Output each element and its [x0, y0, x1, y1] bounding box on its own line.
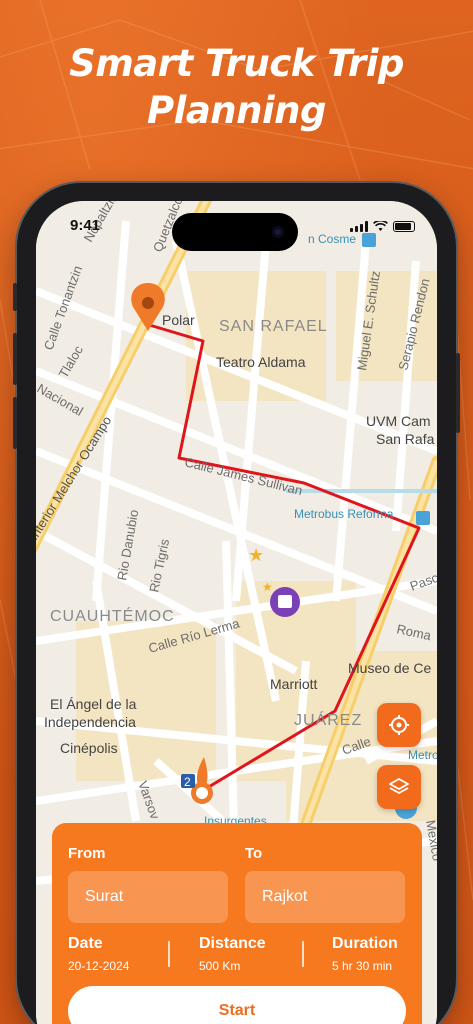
svg-text:Teatro Aldama: Teatro Aldama — [216, 354, 306, 370]
status-time: 9:41 — [70, 217, 101, 234]
distance-value: 500 Km — [199, 959, 241, 973]
to-label: To — [245, 845, 263, 862]
svg-text:★: ★ — [262, 580, 273, 594]
svg-text:Independencia: Independencia — [44, 714, 136, 730]
headline-line-1: Smart Truck Trip — [69, 42, 404, 85]
distance-label: Distance — [199, 935, 266, 952]
from-field[interactable]: Surat — [68, 871, 228, 923]
date-label: Date — [68, 935, 103, 952]
dynamic-island — [172, 213, 298, 251]
wifi-icon — [373, 221, 388, 231]
camera-icon — [272, 226, 284, 238]
status-icons — [350, 221, 415, 232]
to-value: Rajkot — [262, 888, 308, 905]
to-field[interactable]: Rajkot — [245, 871, 405, 923]
duration-value: 5 hr 30 min — [332, 959, 393, 973]
phone-volume-up-button — [13, 333, 17, 385]
phone-frame: ★ ★ Nopaltzin Quetzalcoa Calle Tonantzin… — [13, 183, 460, 1024]
svg-text:CUAUHTÉMOC: CUAUHTÉMOC — [50, 606, 175, 625]
phone-screen: ★ ★ Nopaltzin Quetzalcoa Calle Tonantzin… — [36, 201, 437, 1024]
locate-me-button[interactable] — [377, 703, 421, 747]
battery-icon — [393, 221, 415, 232]
map-layers-button[interactable] — [377, 765, 421, 809]
cellular-signal-icon — [350, 221, 368, 232]
svg-text:UVM Cam: UVM Cam — [366, 413, 431, 429]
phone-action-button — [13, 283, 17, 311]
headline-line-2: Planning — [147, 89, 326, 132]
duration-label: Duration — [332, 935, 398, 952]
crosshair-icon — [389, 715, 409, 735]
svg-text:SAN RAFAEL: SAN RAFAEL — [219, 318, 328, 335]
svg-text:Museo de Ce: Museo de Ce — [348, 660, 431, 676]
svg-text:Metro: Metro — [408, 748, 437, 762]
layers-icon — [389, 778, 409, 794]
from-label: From — [68, 845, 106, 862]
phone-power-button — [456, 353, 460, 433]
divider — [168, 941, 170, 967]
svg-text:Marriott: Marriott — [270, 676, 318, 692]
svg-text:Cinépolis: Cinépolis — [60, 740, 118, 756]
divider — [302, 941, 304, 967]
svg-text:Metrobus Reforma: Metrobus Reforma — [294, 507, 394, 521]
start-button-label: Start — [218, 1002, 256, 1019]
svg-text:★: ★ — [248, 545, 264, 565]
headline: Smart Truck Trip Planning — [0, 40, 473, 134]
svg-text:n Cosme: n Cosme — [308, 232, 356, 246]
svg-text:El Ángel de la: El Ángel de la — [50, 696, 137, 712]
trip-panel: From To Surat Rajkot Date 20-12-2024 Dis… — [52, 823, 422, 1024]
date-value: 20-12-2024 — [68, 959, 130, 973]
svg-text:JUÁREZ: JUÁREZ — [294, 710, 362, 729]
start-button[interactable]: Start — [68, 986, 406, 1024]
svg-text:San Rafa: San Rafa — [376, 431, 435, 447]
svg-text:2: 2 — [184, 775, 191, 789]
svg-text:Polar: Polar — [162, 312, 195, 328]
phone-volume-down-button — [13, 397, 17, 449]
from-value: Surat — [85, 888, 124, 905]
